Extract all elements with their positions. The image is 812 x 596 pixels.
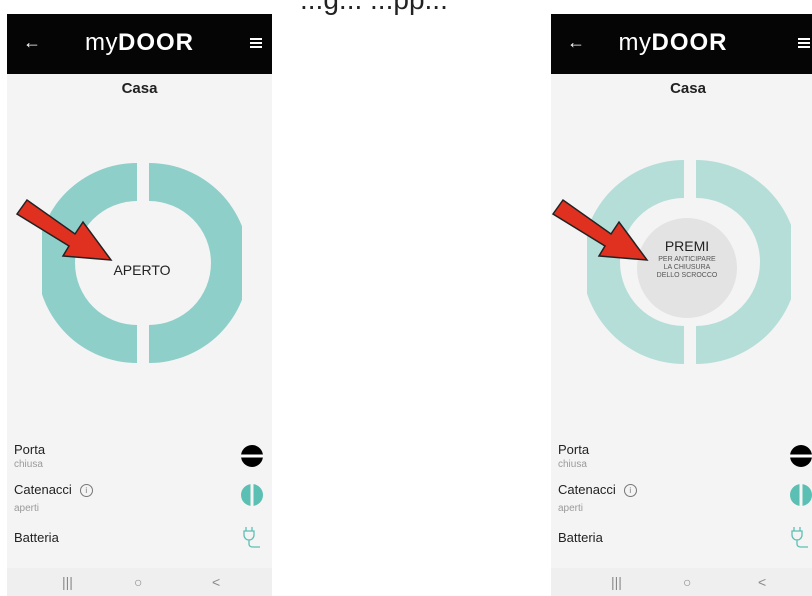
- porta-status: chiusa: [558, 459, 587, 470]
- catenacci-label: Catenacci: [558, 482, 616, 497]
- red-arrow-icon: [15, 198, 113, 261]
- android-nav-bar: ||| ○ <: [551, 568, 812, 596]
- porta-status: chiusa: [14, 459, 43, 470]
- batteria-label: Batteria: [558, 530, 603, 545]
- premi-line-1: PER ANTICIPARE: [658, 256, 716, 263]
- page-title: Casa: [121, 80, 158, 97]
- door-closed-icon: [241, 445, 263, 467]
- premi-subtitle: PER ANTICIPARE LA CHIUSURA DELLO SCROCCO: [637, 256, 737, 280]
- recent-apps-icon[interactable]: |||: [611, 574, 622, 590]
- hamburger-menu-icon[interactable]: [250, 38, 262, 48]
- logo-my: my: [85, 29, 118, 56]
- info-icon[interactable]: i: [79, 484, 93, 497]
- home-icon[interactable]: ○: [134, 574, 142, 590]
- phone-screen-open: ← myDOOR Casa APERTO Porta chiusa Catena…: [7, 14, 272, 596]
- premi-title: PREMI: [664, 238, 710, 254]
- catenacci-label: Catenacci: [14, 482, 72, 497]
- nav-back-icon[interactable]: <: [758, 574, 766, 590]
- top-bar: ← myDOOR: [7, 14, 272, 74]
- top-bar: ← myDOOR: [551, 14, 812, 74]
- nav-back-icon[interactable]: <: [212, 574, 220, 590]
- door-closed-icon: [790, 445, 812, 467]
- android-nav-bar: ||| ○ <: [7, 568, 272, 596]
- hamburger-menu-icon[interactable]: [798, 38, 810, 48]
- app-logo: myDOOR: [551, 30, 795, 56]
- logo-my: my: [618, 29, 652, 56]
- logo-door: DOOR: [118, 29, 194, 56]
- catenacci-row: Catenacci i: [14, 482, 93, 497]
- phone-screen-premi: ← myDOOR Casa PREMI PER ANTICIPARE LA CH…: [551, 14, 812, 596]
- info-icon[interactable]: i: [623, 484, 637, 497]
- catenacci-status: aperti: [14, 503, 40, 514]
- catenacci-status: aperti: [558, 503, 584, 514]
- porta-label: Porta: [558, 442, 590, 457]
- batteria-label: Batteria: [14, 530, 59, 545]
- page-title: Casa: [670, 80, 706, 97]
- catenacci-row: Catenacci i: [558, 482, 637, 497]
- red-arrow-icon: [551, 198, 649, 261]
- logo-door: DOOR: [651, 29, 728, 56]
- power-plug-icon: [243, 527, 260, 548]
- power-plug-icon: [791, 527, 808, 548]
- premi-line-3: DELLO SCROCCO: [656, 272, 718, 279]
- premi-line-2: LA CHIUSURA: [663, 264, 711, 271]
- recent-apps-icon[interactable]: |||: [62, 574, 73, 590]
- bolts-open-icon: [790, 484, 812, 506]
- home-icon[interactable]: ○: [683, 574, 691, 590]
- bolts-open-icon: [241, 484, 263, 506]
- porta-label: Porta: [14, 442, 46, 457]
- app-logo: myDOOR: [7, 30, 272, 56]
